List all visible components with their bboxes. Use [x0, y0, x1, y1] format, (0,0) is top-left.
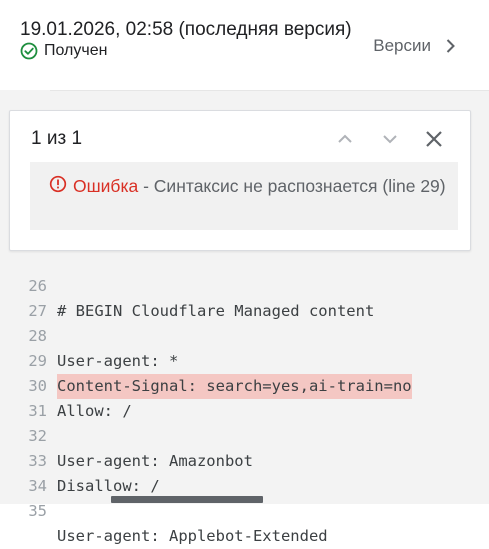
code-line: 35 User-agent: Applebot-Extended — [0, 474, 327, 545]
code-line-error: 29 Content-Signal: search=yes,ai-train=n… — [0, 324, 412, 399]
code-line: 31 — [0, 374, 47, 420]
code-line: 30 Allow: / — [0, 349, 131, 420]
code-line: 34 — [0, 449, 47, 495]
code-line: 26 # BEGIN Cloudflare Managed content — [0, 249, 374, 320]
versions-label: Версии — [373, 36, 431, 55]
check-circle-icon — [20, 42, 38, 60]
code-line: 28 User-agent: * — [0, 299, 178, 370]
close-icon — [426, 131, 442, 147]
error-message-box: Ошибка - Синтаксис не распознается (line… — [30, 162, 458, 230]
error-description: Синтаксис не распознается (line 29) — [153, 176, 446, 196]
code-line: 27 — [0, 274, 47, 320]
error-panel: 1 из 1 Ошибка - Синтаксис не распознаетс… — [9, 110, 471, 251]
error-icon — [49, 175, 67, 193]
line-text-error: Content-Signal: search=yes,ai-train=no — [57, 374, 412, 399]
version-header: 19.01.2026, 02:58 (последняя версия) Пол… — [0, 0, 489, 90]
error-type-label: Ошибка — [73, 176, 139, 196]
error-separator: - — [138, 176, 154, 196]
chevron-up-icon — [338, 134, 352, 143]
previous-error-button[interactable] — [333, 127, 357, 151]
chevron-right-icon — [441, 37, 459, 55]
code-line: 32 User-agent: Amazonbot — [0, 399, 253, 470]
line-text: User-agent: Applebot-Extended — [57, 527, 328, 545]
horizontal-scrollbar[interactable] — [111, 496, 263, 503]
versions-button[interactable]: Версии — [373, 36, 459, 56]
code-line: 33 Disallow: / — [0, 424, 159, 495]
error-message: Ошибка - Синтаксис не распознается (line… — [73, 174, 453, 199]
line-text: # BEGIN Cloudflare Managed content — [57, 302, 375, 320]
error-counter: 1 из 1 — [31, 128, 83, 149]
next-error-button[interactable] — [378, 127, 402, 151]
status-row: Получен — [20, 42, 107, 60]
line-text: User-agent: * — [57, 352, 179, 370]
version-title: 19.01.2026, 02:58 (последняя версия) — [20, 19, 352, 40]
line-text: User-agent: Amazonbot — [57, 452, 253, 470]
line-text: Allow: / — [57, 402, 132, 420]
chevron-down-icon — [383, 135, 397, 144]
close-button[interactable] — [422, 127, 446, 151]
status-label: Получен — [44, 42, 108, 59]
